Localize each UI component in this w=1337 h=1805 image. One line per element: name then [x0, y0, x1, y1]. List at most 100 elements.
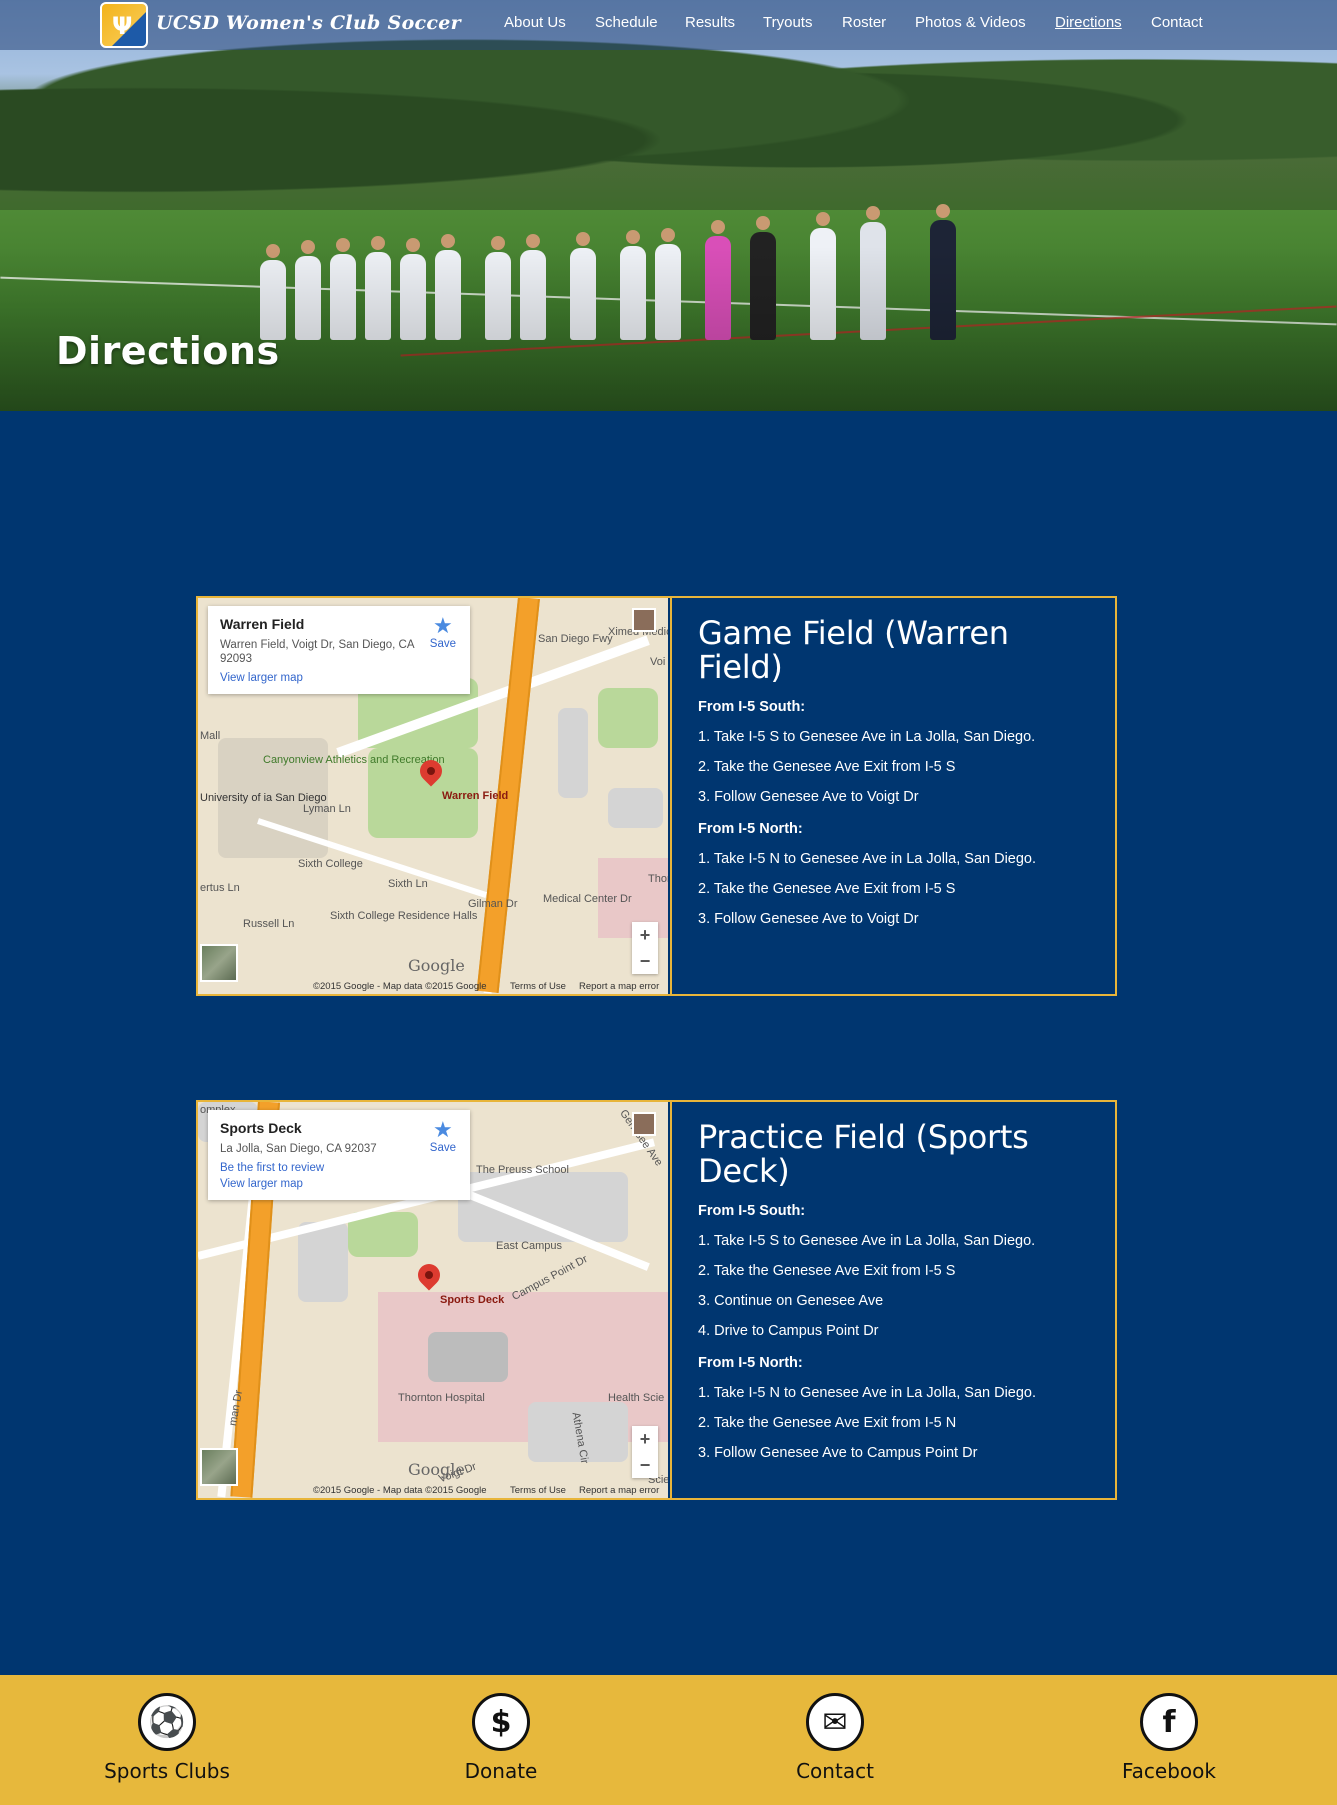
star-icon: ★ [433, 1117, 453, 1142]
footer-bar: ⚽ Sports Clubs $ Donate ✉ Contact f Face… [0, 1675, 1337, 1805]
map-park-area [598, 688, 658, 748]
footer-label: Contact [796, 1759, 874, 1783]
map-label: San Diego Fwy [538, 633, 613, 645]
map-label: Canyonview Athletics and Recreation [263, 754, 445, 766]
map-label: The Preuss School [476, 1164, 569, 1176]
satellite-view-toggle[interactable] [200, 1448, 238, 1486]
embedded-map-sports-deck[interactable]: The Preuss School East Campus Campus Poi… [198, 1102, 668, 1498]
direction-step: 2. Take the Genesee Ave Exit from I-5 N [698, 1415, 957, 1431]
map-label: Thornton Hospital [398, 1392, 485, 1404]
map-label: Russell Ln [243, 918, 295, 930]
direction-step: 3. Follow Genesee Ave to Campus Point Dr [698, 1445, 978, 1461]
map-label: Gilman Dr [468, 898, 518, 910]
nav-directions[interactable]: Directions [1055, 14, 1122, 31]
user-avatar-icon[interactable] [632, 608, 656, 632]
map-pin-label: Warren Field [442, 790, 509, 802]
embedded-map-warren-field[interactable]: Canyonview Athletics and Recreation Univ… [198, 598, 668, 994]
zoom-in-button[interactable]: + [632, 1426, 658, 1452]
directions-heading: From I-5 North: [698, 821, 803, 837]
map-attribution-bar: ©2015 Google - Map data ©2015 Google Ter… [198, 980, 668, 994]
map-label: Health Scie [608, 1392, 665, 1404]
location-title: Practice Field (Sports Deck) [698, 1118, 1029, 1190]
footer-link-sports-clubs[interactable]: ⚽ Sports Clubs [67, 1693, 267, 1783]
nav-roster[interactable]: Roster [842, 14, 886, 31]
facebook-icon[interactable]: f [1140, 1693, 1198, 1751]
page-title: Directions [56, 329, 280, 373]
directions-panel-practice-field: Practice Field (Sports Deck) From I-5 So… [670, 1102, 1115, 1498]
direction-step: 2. Take the Genesee Ave Exit from I-5 S [698, 759, 956, 775]
direction-step: 3. Continue on Genesee Ave [698, 1293, 884, 1309]
map-pin-label: Sports Deck [440, 1294, 505, 1306]
map-zoom-control: + − [632, 1426, 658, 1478]
map-place-address: La Jolla, San Diego, CA 92037 [220, 1143, 377, 1155]
footer-label: Facebook [1122, 1759, 1216, 1783]
directions-heading: From I-5 South: [698, 699, 806, 715]
top-navigation-bar: Ψ UCSD Women's Club Soccer About Us Sche… [0, 0, 1337, 50]
zoom-out-button[interactable]: − [632, 948, 658, 974]
zoom-out-button[interactable]: − [632, 1452, 658, 1478]
map-label: Medical Center Dr [543, 893, 632, 905]
map-save-button[interactable]: ★ Save [429, 1117, 456, 1155]
write-review-link[interactable]: Be the first to review [220, 1162, 458, 1174]
direction-step: 1. Take I-5 N to Genesee Ave in La Jolla… [698, 1385, 1037, 1401]
map-zoom-control: + − [632, 922, 658, 974]
map-copyright: ©2015 Google - Map data ©2015 Google [313, 1485, 487, 1496]
location-card-game-field: Canyonview Athletics and Recreation Univ… [196, 596, 1117, 996]
map-parking-area [608, 788, 663, 828]
footer-link-facebook[interactable]: f Facebook [1069, 1693, 1269, 1783]
map-parking-area [298, 1222, 348, 1302]
location-title: Game Field (Warren Field) [698, 614, 1009, 686]
map-terms-link[interactable]: Terms of Use [510, 981, 566, 992]
nav-results[interactable]: Results [685, 14, 735, 31]
map-report-error-link[interactable]: Report a map error [579, 981, 659, 992]
nav-photos-videos[interactable]: Photos & Videos [915, 14, 1026, 31]
map-label: Sixth College [298, 858, 363, 870]
location-card-practice-field: The Preuss School East Campus Campus Poi… [196, 1100, 1117, 1500]
direction-step: 2. Take the Genesee Ave Exit from I-5 S [698, 881, 956, 897]
map-place-name: Sports Deck [220, 1120, 302, 1136]
map-copyright: ©2015 Google - Map data ©2015 Google [313, 981, 487, 992]
envelope-icon[interactable]: ✉ [806, 1693, 864, 1751]
google-logo: Google [408, 1460, 465, 1479]
map-place-address: Warren Field, Voigt Dr, San Diego, CA 92… [220, 639, 414, 665]
map-label: Mall [200, 730, 221, 742]
footer-link-donate[interactable]: $ Donate [401, 1693, 601, 1783]
map-label: Thor [648, 873, 668, 885]
map-save-label: Save [429, 638, 456, 650]
map-info-box: Sports Deck La Jolla, San Diego, CA 9203… [208, 1110, 470, 1200]
map-label: Voi [650, 656, 666, 668]
map-parking-area [558, 708, 588, 798]
map-report-error-link[interactable]: Report a map error [579, 1485, 659, 1496]
nav-schedule[interactable]: Schedule [595, 14, 658, 31]
map-save-label: Save [429, 1142, 456, 1154]
map-label: ertus Ln [200, 882, 240, 894]
map-attribution-bar: ©2015 Google - Map data ©2015 Google Ter… [198, 1484, 668, 1498]
direction-step: 3. Follow Genesee Ave to Voigt Dr [698, 789, 919, 805]
footer-link-contact[interactable]: ✉ Contact [735, 1693, 935, 1783]
nav-about-us[interactable]: About Us [504, 14, 566, 31]
view-larger-map-link[interactable]: View larger map [220, 1178, 458, 1190]
map-building-area [428, 1332, 508, 1382]
user-avatar-icon[interactable] [632, 1112, 656, 1136]
view-larger-map-link[interactable]: View larger map [220, 672, 458, 684]
satellite-view-toggle[interactable] [200, 944, 238, 982]
soccer-ball-icon[interactable]: ⚽ [138, 1693, 196, 1751]
directions-heading: From I-5 North: [698, 1355, 803, 1371]
directions-heading: From I-5 South: [698, 1203, 806, 1219]
direction-step: 2. Take the Genesee Ave Exit from I-5 S [698, 1263, 956, 1279]
direction-step: 1. Take I-5 N to Genesee Ave in La Jolla… [698, 851, 1037, 867]
zoom-in-button[interactable]: + [632, 922, 658, 948]
footer-label: Donate [464, 1759, 538, 1783]
direction-step: 3. Follow Genesee Ave to Voigt Dr [698, 911, 919, 927]
map-label: Lyman Ln [303, 803, 351, 815]
map-label: Sixth College Residence Halls [330, 910, 478, 922]
map-info-box: Warren Field Warren Field, Voigt Dr, San… [208, 606, 470, 694]
map-terms-link[interactable]: Terms of Use [510, 1485, 566, 1496]
direction-step: 1. Take I-5 S to Genesee Ave in La Jolla… [698, 1233, 1036, 1249]
nav-contact[interactable]: Contact [1151, 14, 1203, 31]
dollar-icon[interactable]: $ [472, 1693, 530, 1751]
map-save-button[interactable]: ★ Save [429, 614, 456, 651]
map-pin-icon[interactable] [413, 1259, 445, 1291]
footer-label: Sports Clubs [104, 1759, 230, 1783]
nav-tryouts[interactable]: Tryouts [763, 14, 812, 31]
